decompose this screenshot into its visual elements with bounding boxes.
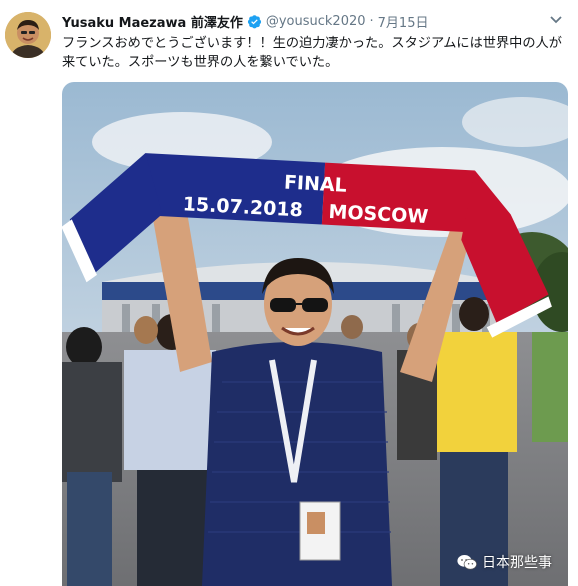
- chevron-down-icon[interactable]: [548, 12, 564, 28]
- user-handle[interactable]: @yousuck2020: [266, 14, 366, 29]
- watermark-label: 日本那些事: [482, 555, 552, 571]
- photo-illustration: FINAL 15.07.2018 MOSCOW: [62, 82, 568, 586]
- watermark: 日本那些事: [457, 552, 552, 572]
- verified-badge-icon: [247, 14, 262, 29]
- tweet-text: フランスおめでとうございます！！生の迫力凄かった。スタジアムには世界中の人が来て…: [62, 36, 562, 70]
- tweet-timestamp[interactable]: 7月15日: [378, 12, 429, 31]
- tweet-header: Yusaku Maezawa 前澤友作 @yousuck2020 · 7月15日: [62, 10, 564, 32]
- avatar[interactable]: [5, 12, 51, 58]
- avatar-portrait: [5, 12, 51, 58]
- display-name[interactable]: Yusaku Maezawa 前澤友作: [62, 12, 243, 31]
- wechat-icon: [457, 554, 477, 569]
- tweet-photo[interactable]: FINAL 15.07.2018 MOSCOW 日本那些事: [62, 82, 568, 586]
- separator-dot: ·: [369, 13, 374, 29]
- scarf-final-text: FINAL: [283, 171, 347, 196]
